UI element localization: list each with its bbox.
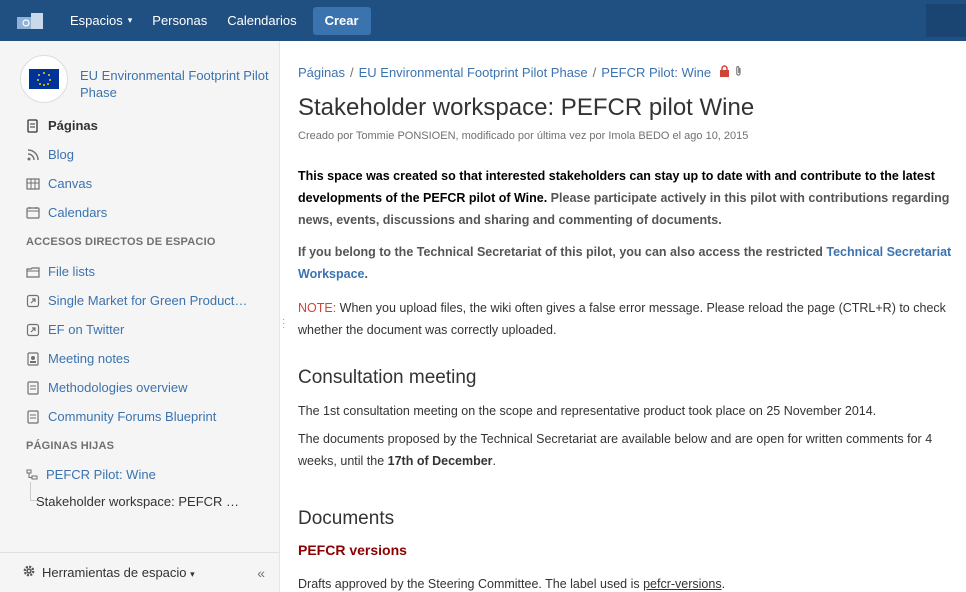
sidebar-item-canvas[interactable]: Canvas [26, 169, 279, 198]
sidebar-item-label: Calendars [48, 205, 108, 220]
shortcut-ef-twitter[interactable]: EF on Twitter [26, 315, 279, 344]
space-header: EU Environmental Footprint Pilot Phase [0, 41, 279, 111]
versions-text: Drafts approved by the Steering Committe… [298, 577, 644, 591]
upload-note-paragraph: NOTE: When you upload files, the wiki of… [298, 297, 964, 341]
space-name-link[interactable]: EU Environmental Footprint Pilot Phase [80, 67, 270, 101]
consultation-heading: Consultation meeting [298, 367, 477, 388]
shortcut-label: EF on Twitter [48, 322, 125, 337]
gear-icon[interactable] [22, 564, 36, 581]
documents-heading: Documents [298, 508, 395, 529]
breadcrumb: Páginas / EU Environmental Footprint Pil… [298, 65, 743, 80]
sidebar-item-calendars[interactable]: Calendars [26, 198, 279, 227]
consultation-paragraph: The 1st consultation meeting on the scop… [298, 404, 877, 418]
space-tools-label: Herramientas de espacio [42, 565, 187, 580]
breadcrumb-parent[interactable]: PEFCR Pilot: Wine [601, 65, 711, 80]
child-pages-heading: PÁGINAS HIJAS [26, 440, 115, 452]
lock-icon[interactable] [719, 65, 730, 80]
deadline-text: 17th of December [387, 454, 493, 468]
breadcrumb-separator: / [592, 65, 597, 80]
eu-flag-icon[interactable] [20, 55, 68, 103]
intro-paragraph: This space was created so that intereste… [298, 165, 964, 231]
page-title: Stakeholder workspace: PEFCR pilot Wine [298, 94, 755, 121]
page-tree-icon [26, 469, 42, 481]
shortcut-community-forums[interactable]: Community Forums Blueprint [26, 402, 279, 431]
pefcr-versions-label-link[interactable]: pefcr-versions [643, 577, 722, 591]
nav-spaces-menu[interactable]: Espacios ▾ [60, 0, 142, 41]
document-icon [26, 409, 44, 424]
note-text: When you upload files, the wiki often gi… [298, 301, 946, 337]
comments-paragraph: The documents proposed by the Technical … [298, 428, 964, 472]
space-tools-bar: Herramientas de espacio ▾ « [0, 552, 279, 592]
secretariat-paragraph: If you belong to the Technical Secretari… [298, 241, 964, 285]
attachment-icon[interactable] [734, 65, 743, 80]
child-page-stakeholder-workspace[interactable]: Stakeholder workspace: PEFCR … [0, 482, 279, 515]
top-navigation-bar: Espacios ▾ Personas Calendarios Crear [0, 0, 966, 41]
canvas-icon [26, 177, 44, 191]
child-page-label: PEFCR Pilot: Wine [46, 467, 156, 482]
child-page-pefcr-wine[interactable]: PEFCR Pilot: Wine [0, 461, 279, 488]
user-menu-area[interactable] [926, 4, 966, 37]
shortcut-label: Meeting notes [48, 351, 130, 366]
shortcuts-list: File lists Single Market for Green Produ… [0, 257, 279, 431]
confluence-logo-icon[interactable] [0, 0, 60, 41]
sidebar-item-label: Páginas [48, 118, 98, 133]
sidebar-item-label: Blog [48, 147, 75, 162]
pages-icon [26, 118, 44, 133]
page-content: Páginas / EU Environmental Footprint Pil… [298, 41, 964, 592]
versions-end: . [721, 577, 726, 591]
shortcut-label: Methodologies overview [48, 380, 188, 395]
versions-paragraph: Drafts approved by the Steering Committe… [298, 573, 964, 592]
collapse-sidebar-button[interactable]: « [257, 565, 265, 581]
shortcut-single-market[interactable]: Single Market for Green Product… [26, 286, 279, 315]
meeting-notes-icon [26, 351, 44, 366]
secretariat-end: . [364, 267, 368, 281]
sidebar-item-pages[interactable]: Páginas [26, 111, 279, 140]
breadcrumb-separator: / [349, 65, 354, 80]
nav-people[interactable]: Personas [142, 0, 217, 41]
external-link-icon [26, 323, 44, 337]
shortcuts-heading: ACCESOS DIRECTOS DE ESPACIO [26, 236, 216, 248]
sidebar-resize-handle[interactable]: · · · [282, 315, 285, 333]
secretariat-text: If you belong to the Technical Secretari… [298, 245, 827, 259]
calendar-icon [26, 206, 44, 220]
space-tools-menu[interactable]: Herramientas de espacio ▾ [42, 565, 195, 580]
document-icon [26, 380, 44, 395]
breadcrumb-pages[interactable]: Páginas [298, 65, 345, 80]
comments-end: . [492, 454, 497, 468]
nav-calendars[interactable]: Calendarios [217, 0, 306, 41]
note-label: NOTE: [298, 301, 337, 315]
nav-spaces-label: Espacios [70, 13, 123, 28]
page-metadata: Creado por Tommie PONSIOEN, modificado p… [298, 130, 749, 142]
space-sidebar: EU Environmental Footprint Pilot Phase P… [0, 41, 280, 592]
shortcut-file-lists[interactable]: File lists [26, 257, 279, 286]
external-link-icon [26, 294, 44, 308]
sidebar-item-label: Canvas [48, 176, 93, 191]
file-list-icon [26, 265, 44, 279]
sidebar-item-blog[interactable]: Blog [26, 140, 279, 169]
pefcr-versions-heading: PEFCR versions [298, 542, 407, 558]
shortcut-meeting-notes[interactable]: Meeting notes [26, 344, 279, 373]
space-nav-list: Páginas Blog Canvas Calendars [0, 111, 279, 227]
shortcut-label: Single Market for Green Product… [48, 293, 248, 308]
shortcut-label: File lists [48, 264, 95, 279]
chevron-down-icon: ▾ [127, 15, 133, 25]
blog-icon [26, 148, 44, 162]
breadcrumb-space[interactable]: EU Environmental Footprint Pilot Phase [359, 65, 588, 80]
shortcut-label: Community Forums Blueprint [48, 409, 217, 424]
child-page-label: Stakeholder workspace: PEFCR … [36, 494, 240, 509]
shortcut-methodologies[interactable]: Methodologies overview [26, 373, 279, 402]
chevron-down-icon: ▾ [190, 569, 195, 579]
create-button[interactable]: Crear [312, 6, 371, 35]
